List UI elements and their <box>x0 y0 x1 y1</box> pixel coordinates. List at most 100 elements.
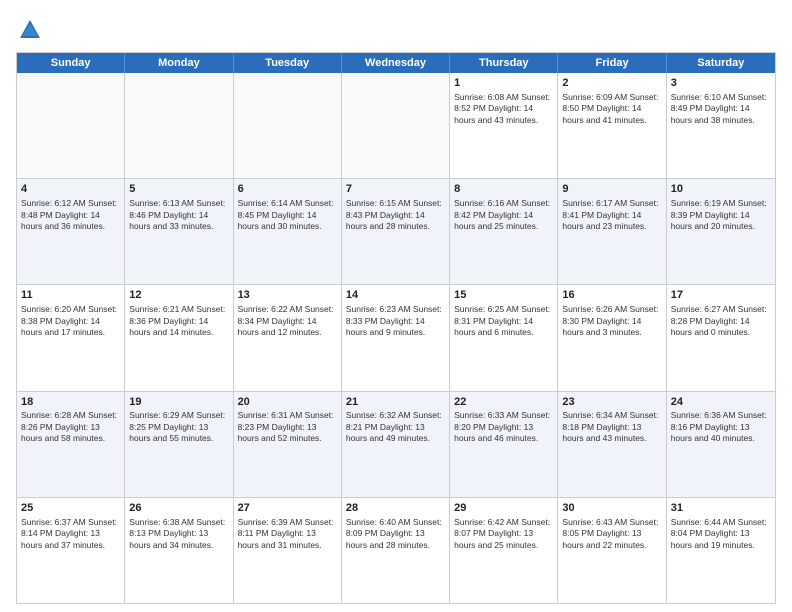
day-info: Sunrise: 6:20 AM Sunset: 8:38 PM Dayligh… <box>21 304 120 338</box>
calendar-header: SundayMondayTuesdayWednesdayThursdayFrid… <box>17 53 775 73</box>
day-cell-13: 13Sunrise: 6:22 AM Sunset: 8:34 PM Dayli… <box>234 285 342 390</box>
page: SundayMondayTuesdayWednesdayThursdayFrid… <box>0 0 792 612</box>
day-number: 31 <box>671 501 771 516</box>
day-cell-7: 7Sunrise: 6:15 AM Sunset: 8:43 PM Daylig… <box>342 179 450 284</box>
day-cell-5: 5Sunrise: 6:13 AM Sunset: 8:46 PM Daylig… <box>125 179 233 284</box>
header-day-wednesday: Wednesday <box>342 53 450 73</box>
day-number: 5 <box>129 182 228 197</box>
day-number: 23 <box>562 395 661 410</box>
day-info: Sunrise: 6:22 AM Sunset: 8:34 PM Dayligh… <box>238 304 337 338</box>
empty-cell <box>125 73 233 178</box>
day-info: Sunrise: 6:40 AM Sunset: 8:09 PM Dayligh… <box>346 517 445 551</box>
calendar-row-4: 18Sunrise: 6:28 AM Sunset: 8:26 PM Dayli… <box>17 392 775 498</box>
day-cell-25: 25Sunrise: 6:37 AM Sunset: 8:14 PM Dayli… <box>17 498 125 603</box>
day-cell-4: 4Sunrise: 6:12 AM Sunset: 8:48 PM Daylig… <box>17 179 125 284</box>
day-cell-12: 12Sunrise: 6:21 AM Sunset: 8:36 PM Dayli… <box>125 285 233 390</box>
day-info: Sunrise: 6:39 AM Sunset: 8:11 PM Dayligh… <box>238 517 337 551</box>
day-cell-3: 3Sunrise: 6:10 AM Sunset: 8:49 PM Daylig… <box>667 73 775 178</box>
day-cell-31: 31Sunrise: 6:44 AM Sunset: 8:04 PM Dayli… <box>667 498 775 603</box>
day-info: Sunrise: 6:32 AM Sunset: 8:21 PM Dayligh… <box>346 410 445 444</box>
day-cell-6: 6Sunrise: 6:14 AM Sunset: 8:45 PM Daylig… <box>234 179 342 284</box>
day-cell-27: 27Sunrise: 6:39 AM Sunset: 8:11 PM Dayli… <box>234 498 342 603</box>
day-number: 29 <box>454 501 553 516</box>
day-cell-2: 2Sunrise: 6:09 AM Sunset: 8:50 PM Daylig… <box>558 73 666 178</box>
day-cell-26: 26Sunrise: 6:38 AM Sunset: 8:13 PM Dayli… <box>125 498 233 603</box>
day-info: Sunrise: 6:36 AM Sunset: 8:16 PM Dayligh… <box>671 410 771 444</box>
day-cell-10: 10Sunrise: 6:19 AM Sunset: 8:39 PM Dayli… <box>667 179 775 284</box>
header-day-tuesday: Tuesday <box>234 53 342 73</box>
day-cell-20: 20Sunrise: 6:31 AM Sunset: 8:23 PM Dayli… <box>234 392 342 497</box>
day-number: 30 <box>562 501 661 516</box>
day-cell-16: 16Sunrise: 6:26 AM Sunset: 8:30 PM Dayli… <box>558 285 666 390</box>
day-info: Sunrise: 6:38 AM Sunset: 8:13 PM Dayligh… <box>129 517 228 551</box>
day-cell-15: 15Sunrise: 6:25 AM Sunset: 8:31 PM Dayli… <box>450 285 558 390</box>
calendar-row-1: 1Sunrise: 6:08 AM Sunset: 8:52 PM Daylig… <box>17 73 775 179</box>
day-cell-9: 9Sunrise: 6:17 AM Sunset: 8:41 PM Daylig… <box>558 179 666 284</box>
day-cell-21: 21Sunrise: 6:32 AM Sunset: 8:21 PM Dayli… <box>342 392 450 497</box>
day-info: Sunrise: 6:23 AM Sunset: 8:33 PM Dayligh… <box>346 304 445 338</box>
day-info: Sunrise: 6:31 AM Sunset: 8:23 PM Dayligh… <box>238 410 337 444</box>
day-cell-28: 28Sunrise: 6:40 AM Sunset: 8:09 PM Dayli… <box>342 498 450 603</box>
day-cell-17: 17Sunrise: 6:27 AM Sunset: 8:28 PM Dayli… <box>667 285 775 390</box>
day-number: 19 <box>129 395 228 410</box>
day-number: 8 <box>454 182 553 197</box>
day-info: Sunrise: 6:08 AM Sunset: 8:52 PM Dayligh… <box>454 92 553 126</box>
day-info: Sunrise: 6:21 AM Sunset: 8:36 PM Dayligh… <box>129 304 228 338</box>
empty-cell <box>17 73 125 178</box>
header-day-monday: Monday <box>125 53 233 73</box>
header <box>16 16 776 44</box>
day-info: Sunrise: 6:43 AM Sunset: 8:05 PM Dayligh… <box>562 517 661 551</box>
day-number: 18 <box>21 395 120 410</box>
header-day-saturday: Saturday <box>667 53 775 73</box>
day-number: 20 <box>238 395 337 410</box>
day-number: 27 <box>238 501 337 516</box>
day-info: Sunrise: 6:25 AM Sunset: 8:31 PM Dayligh… <box>454 304 553 338</box>
day-number: 10 <box>671 182 771 197</box>
day-cell-29: 29Sunrise: 6:42 AM Sunset: 8:07 PM Dayli… <box>450 498 558 603</box>
day-number: 12 <box>129 288 228 303</box>
calendar-row-3: 11Sunrise: 6:20 AM Sunset: 8:38 PM Dayli… <box>17 285 775 391</box>
header-day-thursday: Thursday <box>450 53 558 73</box>
day-cell-11: 11Sunrise: 6:20 AM Sunset: 8:38 PM Dayli… <box>17 285 125 390</box>
day-cell-1: 1Sunrise: 6:08 AM Sunset: 8:52 PM Daylig… <box>450 73 558 178</box>
day-info: Sunrise: 6:10 AM Sunset: 8:49 PM Dayligh… <box>671 92 771 126</box>
day-info: Sunrise: 6:15 AM Sunset: 8:43 PM Dayligh… <box>346 198 445 232</box>
day-cell-30: 30Sunrise: 6:43 AM Sunset: 8:05 PM Dayli… <box>558 498 666 603</box>
day-number: 9 <box>562 182 661 197</box>
day-cell-23: 23Sunrise: 6:34 AM Sunset: 8:18 PM Dayli… <box>558 392 666 497</box>
day-info: Sunrise: 6:17 AM Sunset: 8:41 PM Dayligh… <box>562 198 661 232</box>
header-day-sunday: Sunday <box>17 53 125 73</box>
day-info: Sunrise: 6:34 AM Sunset: 8:18 PM Dayligh… <box>562 410 661 444</box>
logo <box>16 16 48 44</box>
day-number: 17 <box>671 288 771 303</box>
day-number: 21 <box>346 395 445 410</box>
day-info: Sunrise: 6:37 AM Sunset: 8:14 PM Dayligh… <box>21 517 120 551</box>
header-day-friday: Friday <box>558 53 666 73</box>
calendar-body: 1Sunrise: 6:08 AM Sunset: 8:52 PM Daylig… <box>17 73 775 603</box>
day-info: Sunrise: 6:44 AM Sunset: 8:04 PM Dayligh… <box>671 517 771 551</box>
day-number: 2 <box>562 76 661 91</box>
day-number: 6 <box>238 182 337 197</box>
day-cell-14: 14Sunrise: 6:23 AM Sunset: 8:33 PM Dayli… <box>342 285 450 390</box>
day-info: Sunrise: 6:28 AM Sunset: 8:26 PM Dayligh… <box>21 410 120 444</box>
day-number: 7 <box>346 182 445 197</box>
empty-cell <box>342 73 450 178</box>
day-number: 24 <box>671 395 771 410</box>
day-number: 15 <box>454 288 553 303</box>
day-number: 3 <box>671 76 771 91</box>
day-cell-8: 8Sunrise: 6:16 AM Sunset: 8:42 PM Daylig… <box>450 179 558 284</box>
day-number: 13 <box>238 288 337 303</box>
day-info: Sunrise: 6:27 AM Sunset: 8:28 PM Dayligh… <box>671 304 771 338</box>
day-info: Sunrise: 6:19 AM Sunset: 8:39 PM Dayligh… <box>671 198 771 232</box>
day-info: Sunrise: 6:33 AM Sunset: 8:20 PM Dayligh… <box>454 410 553 444</box>
day-info: Sunrise: 6:42 AM Sunset: 8:07 PM Dayligh… <box>454 517 553 551</box>
day-number: 22 <box>454 395 553 410</box>
day-cell-24: 24Sunrise: 6:36 AM Sunset: 8:16 PM Dayli… <box>667 392 775 497</box>
day-info: Sunrise: 6:12 AM Sunset: 8:48 PM Dayligh… <box>21 198 120 232</box>
day-number: 11 <box>21 288 120 303</box>
day-info: Sunrise: 6:29 AM Sunset: 8:25 PM Dayligh… <box>129 410 228 444</box>
day-cell-22: 22Sunrise: 6:33 AM Sunset: 8:20 PM Dayli… <box>450 392 558 497</box>
calendar: SundayMondayTuesdayWednesdayThursdayFrid… <box>16 52 776 604</box>
day-cell-19: 19Sunrise: 6:29 AM Sunset: 8:25 PM Dayli… <box>125 392 233 497</box>
calendar-row-2: 4Sunrise: 6:12 AM Sunset: 8:48 PM Daylig… <box>17 179 775 285</box>
